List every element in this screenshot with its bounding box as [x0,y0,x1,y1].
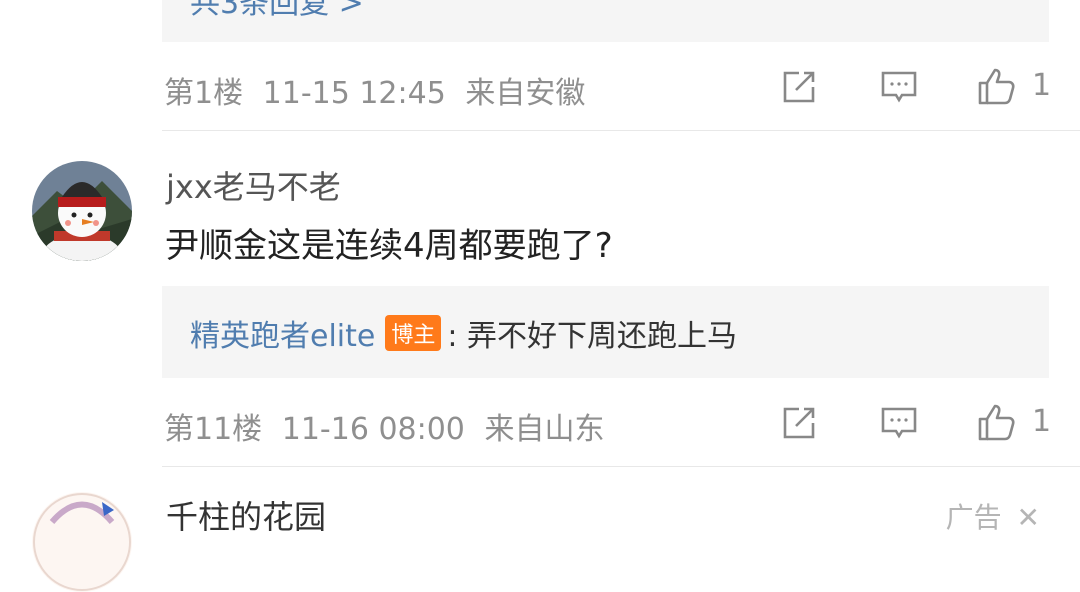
comment-location: 来自山东 [484,412,605,447]
avatar[interactable] [32,492,132,592]
comment-meta: 第1楼 11-15 12:45 来自安徽 [164,68,585,112]
comment-text: 尹顺金这是连续4周都要跑了? [165,226,613,266]
comment-icon [881,407,917,439]
share-edit-icon [783,71,815,103]
like-button[interactable] [977,66,1017,106]
divider [162,130,1080,131]
like-count: 1 [1032,404,1052,439]
share-edit-icon [783,407,815,439]
comment-time: 11-15 12:45 [262,76,446,111]
thumbs-up-icon [978,68,1015,105]
reply-author[interactable]: 精英跑者elite [190,319,375,354]
divider [162,466,1080,467]
like-count: 1 [1032,68,1052,103]
more-replies-link[interactable]: 共3条回复 > [190,0,364,22]
comment-icon [881,71,917,103]
share-button[interactable] [779,403,819,443]
reply-box-collapsed[interactable]: 共3条回复 > [162,0,1049,42]
comment-button[interactable] [879,67,919,107]
thumbs-up-icon [978,404,1015,441]
floor-number: 第11楼 [164,412,263,447]
anime-avatar-image [32,492,132,592]
reply-preview[interactable]: 精英跑者elite 博主: 弄不好下周还跑上马 [190,311,737,355]
comment-location: 来自安徽 [465,76,586,111]
ad-text: 广告 [945,501,1002,534]
comment-button[interactable] [879,403,919,443]
reply-separator: : [447,319,458,354]
share-button[interactable] [779,67,819,107]
snowman-avatar-image [32,161,132,261]
close-x-icon[interactable]: ✕ [1017,501,1040,534]
avatar[interactable] [32,161,132,261]
comment-meta: 第11楼 11-16 08:00 来自山东 [164,404,604,448]
like-button[interactable] [977,402,1017,442]
reply-text: 弄不好下周还跑上马 [467,319,738,354]
ad-label[interactable]: 广告 ✕ [946,496,1040,536]
username[interactable]: jxx老马不老 [166,162,341,208]
username[interactable]: 千柱的花园 [166,492,326,538]
floor-number: 第1楼 [164,76,244,111]
blogger-badge: 博主 [385,315,442,351]
comment-time: 11-16 08:00 [281,412,465,447]
